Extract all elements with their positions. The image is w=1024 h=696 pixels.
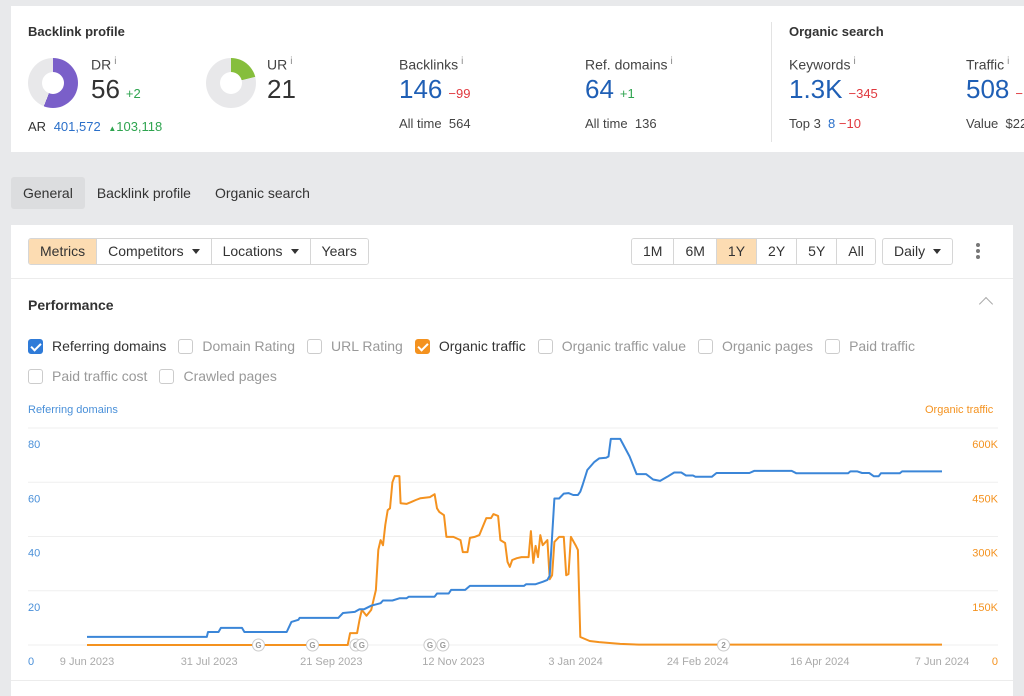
x-axis-tick-label: 7 Jun 2024 [915, 656, 969, 668]
x-axis-tick-label: 31 Jul 2023 [181, 656, 238, 668]
x-axis-tick-label: 12 Nov 2023 [422, 656, 484, 668]
x-axis-tick-label: 24 Feb 2024 [667, 656, 729, 668]
marker-label: 2 [721, 641, 726, 650]
right-axis-tick-label: 0 [992, 656, 998, 668]
google-update-marker[interactable]: G [251, 638, 265, 652]
x-axis-tick-label: 16 Apr 2024 [790, 656, 849, 668]
right-axis-tick-label: 150K [972, 602, 998, 614]
right-axis-tick-label: 600K [972, 439, 998, 451]
performance-chart: 0 0 20 150K 40 300K 60 450K 80 600K 9 Jun 2023 31 J… [28, 427, 999, 668]
left-axis-tick-label: 20 [28, 602, 40, 614]
x-axis-tick-label: 3 Jan 2024 [548, 656, 602, 668]
google-update-marker[interactable]: G [436, 638, 450, 652]
left-axis-tick-label: 0 [28, 656, 34, 668]
organic-traffic-line [87, 475, 942, 646]
x-axis-tick-label: 9 Jun 2023 [60, 656, 114, 668]
left-axis-tick-label: 60 [28, 493, 40, 505]
referring-domains-line [87, 437, 942, 638]
marker-label: G [255, 641, 261, 650]
left-axis-tick-label: 40 [28, 548, 40, 560]
marker-label: G [440, 641, 446, 650]
right-axis-tick-label: 450K [972, 493, 998, 505]
right-axis-tick-label: 300K [972, 548, 998, 560]
marker-label: G [427, 641, 433, 650]
marker-label: G [309, 641, 315, 650]
google-update-marker[interactable]: G [423, 638, 437, 652]
google-update-marker[interactable]: G [305, 638, 319, 652]
marker-label: G [359, 641, 365, 650]
x-axis-tick-label: 21 Sep 2023 [300, 656, 362, 668]
left-axis-tick-label: 80 [28, 439, 40, 451]
google-update-marker[interactable]: G [355, 638, 369, 652]
annotation-marker[interactable]: 2 [717, 638, 731, 652]
